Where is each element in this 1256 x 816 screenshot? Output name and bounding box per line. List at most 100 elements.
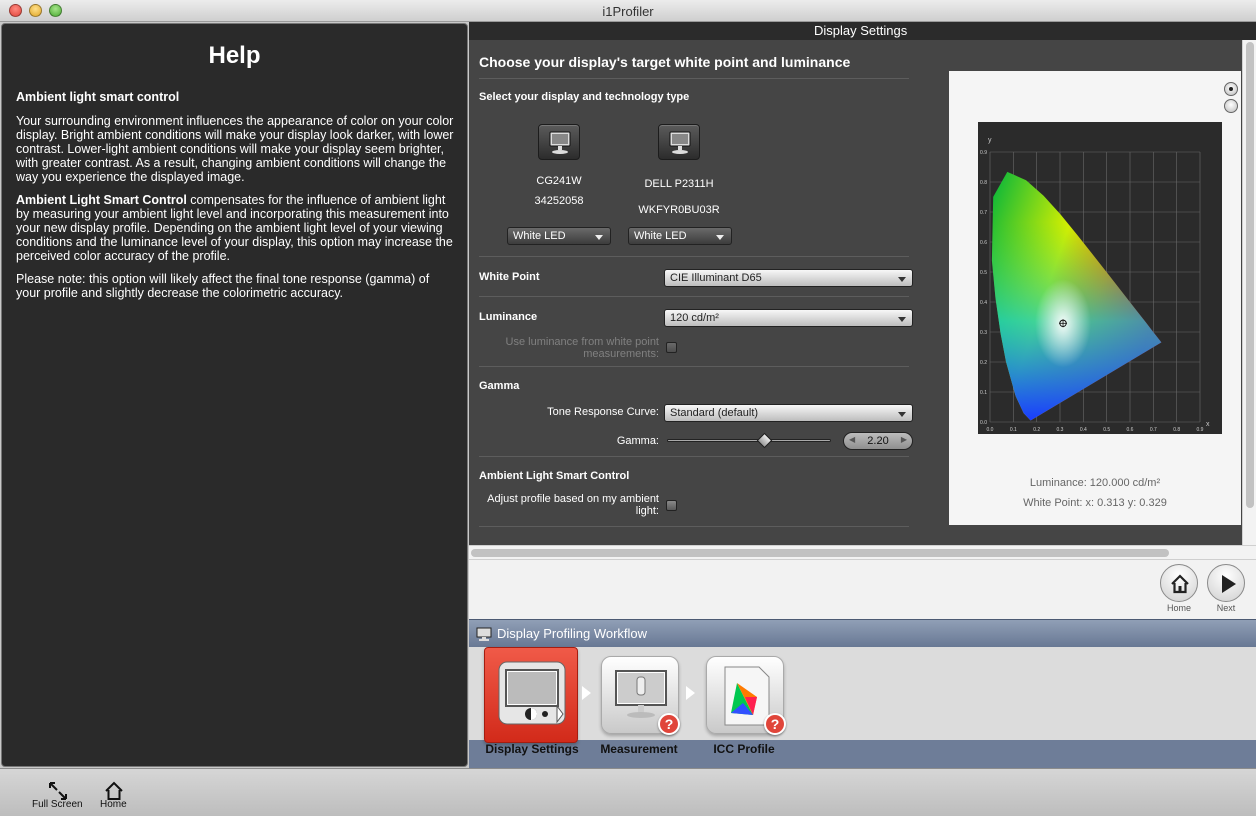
help-panel: Help Ambient light smart control Your su… [1,23,468,767]
home-icon [1171,574,1189,594]
divider [479,366,909,367]
help-title: Help [208,42,261,69]
display-1-tech-dropdown[interactable]: White LED [507,227,611,245]
measurement-status-badge: ? [658,713,680,735]
home-icon [105,781,123,800]
x-tick-label: 0.5 [1103,427,1110,433]
display-settings-header: Display Settings [469,22,1256,40]
ambient-adjust-line-2: light: [635,505,659,517]
home-button[interactable] [1160,564,1198,602]
icc-profile-status-badge: ? [764,713,786,735]
divider [479,256,909,257]
chevron-down-icon [898,412,906,417]
use-wp-luminance-line-1: Use luminance from white point [505,336,659,348]
y-tick-label: 0.8 [980,180,987,186]
gamma-stepper[interactable]: ◀ 2.20 ▶ [843,432,913,450]
window-title: i1Profiler [602,4,654,19]
display-1-serial: 34252058 [534,195,584,207]
help-body: Ambient light smart control Your surroun… [16,90,456,309]
trc-value: Standard (default) [670,407,759,419]
ambient-adjust-checkbox[interactable] [666,500,677,511]
luminance-label: Luminance [479,311,538,323]
gamma-slider[interactable] [667,439,831,442]
chromaticity-diagram: 0.00.0 0.1 0.1 0.2 0.2 0.3 0.3 0.4 0.4 0.5 0.5 0.6 0… [978,122,1222,434]
help-paragraph-3: Please note: this option will likely aff… [16,272,430,300]
horizontal-scrollbar[interactable] [469,545,1256,559]
trc-dropdown[interactable]: Standard (default) [664,404,913,422]
display-2-name: DELL P2311H [644,178,714,190]
x-tick-label: 0.3 [1057,427,1064,433]
display-2-tech-dropdown[interactable]: White LED [628,227,732,245]
vertical-scrollbar-thumb[interactable] [1246,42,1254,508]
y-tick-label: 0.2 [980,360,987,366]
full-screen-label: Full Screen [32,799,83,810]
app-window: i1Profiler Help Ambient light smart cont… [0,0,1256,816]
y-tick-label: 0.7 [980,210,987,216]
toolbar-home-label: Home [100,799,127,810]
decrement-icon[interactable]: ◀ [849,435,855,444]
settings-area: Choose your display's target white point… [469,40,1242,545]
section-title: Choose your display's target white point… [479,54,851,70]
display-1-button[interactable] [538,124,580,160]
divider [479,456,909,457]
chevron-down-icon [595,235,603,240]
help-paragraph-2-bold: Ambient Light Smart Control [16,193,187,207]
workflow-title: Display Profiling Workflow [497,626,648,641]
play-icon [1222,575,1236,593]
display-1-tech-value: White LED [513,230,566,242]
workflow-header: Display Profiling Workflow [469,619,1256,647]
white-point-value: CIE Illuminant D65 [670,272,762,284]
next-button[interactable] [1207,564,1245,602]
gamma-label: Gamma: [616,435,659,447]
workflow-step-display-settings[interactable] [484,647,578,743]
use-wp-luminance-checkbox[interactable] [666,342,677,353]
x-tick-label: 0.4 [1080,427,1087,433]
y-tick-label: 0.4 [980,300,987,306]
divider [479,296,909,297]
workflow-arrow [686,686,695,700]
y-tick-label: 0.9 [980,150,987,156]
help-paragraph-1: Your surrounding environment influences … [16,114,454,184]
x-tick-label: 0.8 [1173,427,1180,433]
white-point-dropdown[interactable]: CIE Illuminant D65 [664,269,913,287]
x-tick-label: 0.2 [1033,427,1040,433]
display-2-button[interactable] [658,124,700,160]
chart-view-radio-2[interactable] [1224,99,1238,113]
monitor-icon [669,131,691,154]
help-paragraph-2: Ambient Light Smart Control compensates … [16,193,456,263]
ambient-adjust-label: Adjust profile based on my ambient light… [479,493,659,517]
y-tick-label: 0.5 [980,270,987,276]
white-point-label: White Point [479,271,540,283]
help-heading: Ambient light smart control [16,90,180,104]
y-tick-label: 0.6 [980,240,987,246]
toolbar-home-button[interactable] [104,781,124,801]
display-2-tech-value: White LED [634,230,687,242]
y-tick-label: 0.3 [980,330,987,336]
trc-label: Tone Response Curve: [547,406,659,418]
navigation-area: Home Next [469,559,1256,619]
increment-icon[interactable]: ▶ [901,435,907,444]
home-button-label: Home [1166,603,1191,613]
display-1-name: CG241W [536,175,582,187]
x-axis-label: x [1206,421,1210,428]
x-tick-label: 0.0 [987,427,994,433]
x-tick-label: 0.1 [1010,427,1017,433]
gamma-slider-handle[interactable] [757,432,773,449]
display-2-serial: WKFYR0BU03R [638,204,720,216]
display-type-label: Select your display and technology type [479,91,690,103]
luminance-dropdown[interactable]: 120 cd/m² [664,309,913,327]
y-tick-label: 0.1 [980,390,987,396]
vertical-scrollbar[interactable] [1242,40,1256,545]
chart-view-radio-1[interactable] [1224,82,1238,96]
workflow-label-measurement: Measurement [600,742,678,756]
horizontal-scrollbar-thumb[interactable] [471,549,1169,557]
next-button-label: Next [1216,603,1236,613]
chart-luminance-text: Luminance: 120.000 cd/m² [1029,477,1161,489]
title-bar: i1Profiler [0,0,1256,22]
workflow-label-display-settings: Display Settings [485,742,579,756]
full-screen-button[interactable] [48,781,68,801]
divider [479,526,909,527]
divider [479,78,909,79]
chromaticity-panel: 0.0 0.0 0.1 0.1 0.2 0.2 0.3 0.3 0.4 0.4 0.5 0.5 0.6 0… [949,71,1241,525]
use-wp-luminance-label: Use luminance from white point measureme… [479,336,659,360]
